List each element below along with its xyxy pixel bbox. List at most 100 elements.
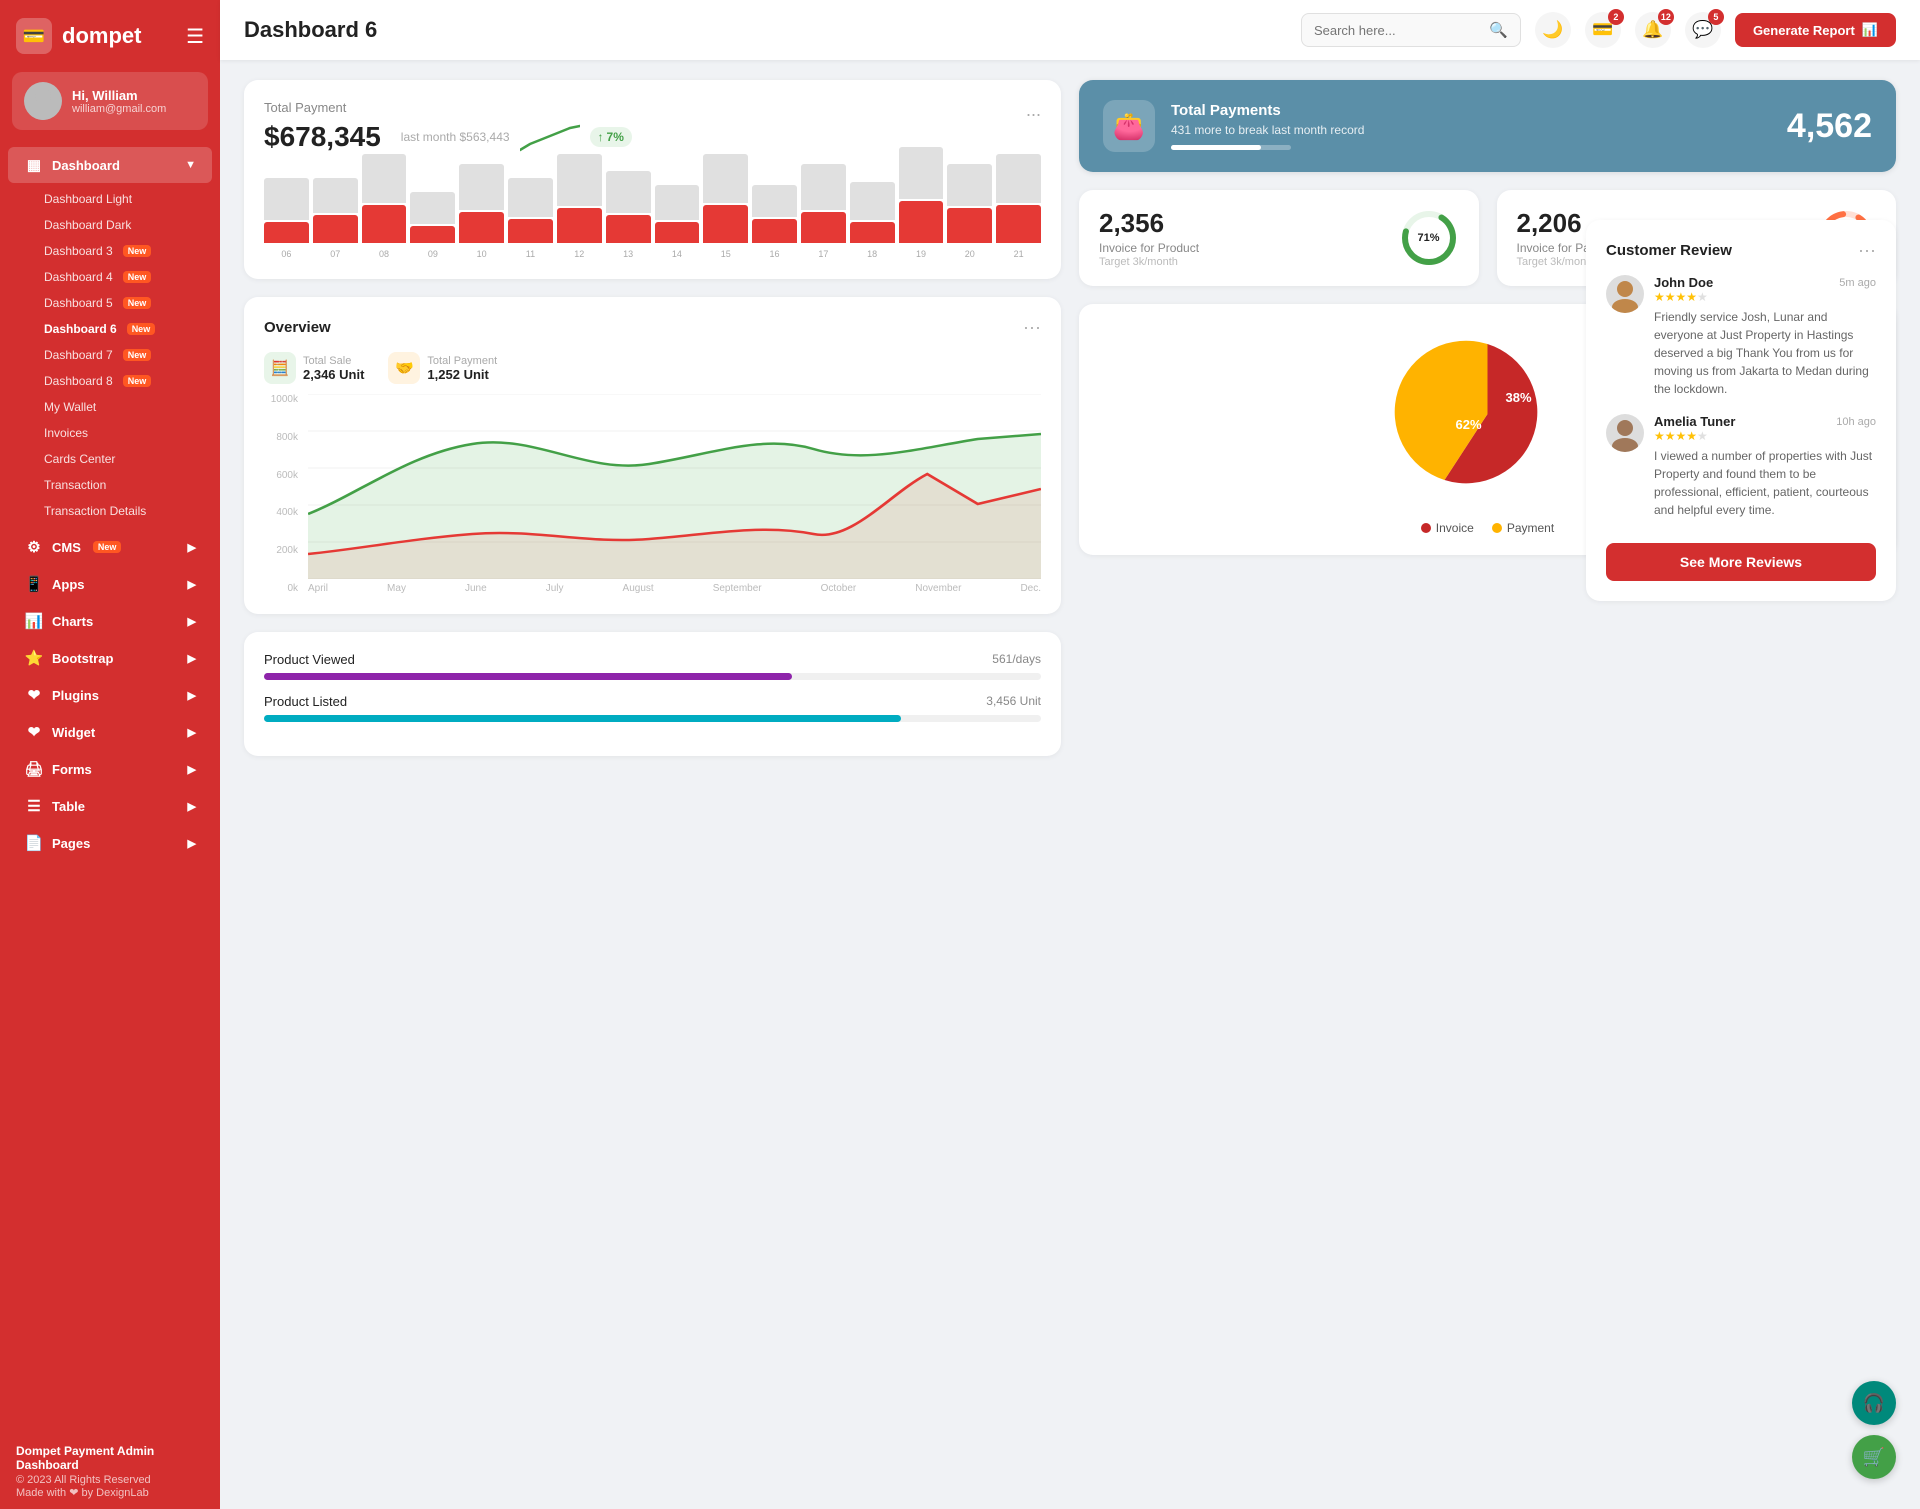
cart-button[interactable]: 🛒 <box>1852 1435 1896 1479</box>
overview-more-btn[interactable]: ··· <box>1023 317 1041 338</box>
nav-plugins-label: Plugins <box>52 688 99 703</box>
sidebar-item-dashboard-8[interactable]: Dashboard 8 New <box>0 368 220 394</box>
legend-total-payment: 🤝 Total Payment 1,252 Unit <box>388 352 497 384</box>
total-payment-label2: Total Payment <box>427 355 497 367</box>
user-card: Hi, William william@gmail.com <box>12 72 208 130</box>
total-payment-more-btn[interactable]: ... <box>1026 100 1041 121</box>
hamburger-icon[interactable]: ☰ <box>186 24 204 49</box>
bar-label: 10 <box>477 249 487 259</box>
total-payments-blue-card: 👛 Total Payments 431 more to break last … <box>1079 80 1896 172</box>
sidebar-item-dashboard-6[interactable]: Dashboard 6 New <box>0 316 220 342</box>
product-viewed-label: Product Viewed <box>264 652 355 667</box>
sidebar-footer: Dompet Payment Admin Dashboard © 2023 Al… <box>0 1430 220 1509</box>
reviewer-2-name: Amelia Tuner <box>1654 414 1735 429</box>
sidebar-item-my-wallet[interactable]: My Wallet <box>0 394 220 420</box>
sidebar: 💳 dompet ☰ Hi, William william@gmail.com… <box>0 0 220 1509</box>
reviewer-2-text: I viewed a number of properties with Jus… <box>1654 447 1876 519</box>
product-listed-stat: Product Listed 3,456 Unit <box>264 694 1041 722</box>
nav-table[interactable]: ☰ Table ▶ <box>8 788 212 824</box>
bar-gray <box>801 164 846 210</box>
reviewer-2-stars: ★★★★★ <box>1654 429 1876 443</box>
total-payment-value2: 1,252 Unit <box>427 367 497 382</box>
area-chart-wrap: 1000k800k600k400k200k0k <box>264 394 1041 594</box>
bell-icon-btn[interactable]: 🔔 12 <box>1635 12 1671 48</box>
sidebar-item-dashboard-4[interactable]: Dashboard 4 New <box>0 264 220 290</box>
bar-gray <box>459 164 504 210</box>
wallet-blue-icon: 👛 <box>1103 100 1155 152</box>
wallet-icon-btn[interactable]: 💳 2 <box>1585 12 1621 48</box>
bar-group: 12 <box>557 154 602 260</box>
chevron-right-icon8: ▶ <box>188 800 196 813</box>
chat-icon-btn[interactable]: 💬 5 <box>1685 12 1721 48</box>
headset-button[interactable]: 🎧 <box>1852 1381 1896 1425</box>
bar-label: 16 <box>770 249 780 259</box>
product-viewed-fill <box>264 673 792 680</box>
overview-title: Overview <box>264 319 331 336</box>
sidebar-item-transaction-details[interactable]: Transaction Details <box>0 498 220 524</box>
sidebar-item-dashboard-dark[interactable]: Dashboard Dark <box>0 212 220 238</box>
chevron-right-icon2: ▶ <box>188 578 196 591</box>
bar-red <box>508 219 553 244</box>
reviewer-1-time: 5m ago <box>1839 277 1876 289</box>
page-title: Dashboard 6 <box>244 17 1287 43</box>
reviews-more-btn[interactable]: ··· <box>1858 240 1876 261</box>
search-input[interactable] <box>1314 23 1481 38</box>
nav-widget[interactable]: ❤ Widget ▶ <box>8 714 212 750</box>
sidebar-item-dashboard-5[interactable]: Dashboard 5 New <box>0 290 220 316</box>
sidebar-item-cards-center[interactable]: Cards Center <box>0 446 220 472</box>
user-email: william@gmail.com <box>72 103 166 115</box>
nav-pages[interactable]: 📄 Pages ▶ <box>8 825 212 861</box>
nav-cms[interactable]: ⚙ CMS New ▶ <box>8 529 212 565</box>
chat-badge: 5 <box>1708 9 1724 25</box>
reviewer-1-avatar <box>1606 275 1644 313</box>
sidebar-item-invoices[interactable]: Invoices <box>0 420 220 446</box>
legend-total-sale: 🧮 Total Sale 2,346 Unit <box>264 352 364 384</box>
product-listed-value: 3,456 Unit <box>986 694 1041 709</box>
footer-copy: © 2023 All Rights Reserved <box>16 1474 204 1486</box>
bar-red <box>703 205 748 244</box>
total-payment-amount: $678,345 <box>264 121 381 153</box>
logo-text: dompet <box>62 23 141 49</box>
nav-apps[interactable]: 📱 Apps ▶ <box>8 566 212 602</box>
nav-bootstrap-label: Bootstrap <box>52 651 113 666</box>
blue-progress-bar <box>1171 145 1291 150</box>
see-more-reviews-button[interactable]: See More Reviews <box>1606 543 1876 581</box>
review-item-2: Amelia Tuner 10h ago ★★★★★ I viewed a nu… <box>1606 414 1876 519</box>
bar-gray <box>313 178 358 213</box>
generate-report-button[interactable]: Generate Report 📊 <box>1735 13 1896 47</box>
bootstrap-icon: ⭐ <box>24 649 44 667</box>
bar-group: 19 <box>899 147 944 260</box>
pie-invoice-label: Invoice <box>1436 521 1474 535</box>
product-viewed-progress <box>264 673 1041 680</box>
nav-dashboard-toggle[interactable]: ▦ Dashboard ▼ <box>8 147 212 183</box>
invoice-product-pct: 71% <box>1417 232 1439 244</box>
reviewer-1-text: Friendly service Josh, Lunar and everyon… <box>1654 308 1876 398</box>
bar-group: 08 <box>362 154 407 260</box>
blue-card-title: Total Payments <box>1171 102 1771 119</box>
bar-label: 12 <box>574 249 584 259</box>
bar-red <box>606 215 651 243</box>
total-payment-bar-chart: 06 07 08 09 10 11 12 13 14 15 <box>264 169 1041 259</box>
chevron-right-icon4: ▶ <box>188 652 196 665</box>
bar-gray <box>703 154 748 203</box>
bar-group: 14 <box>655 185 700 259</box>
nav-table-label: Table <box>52 799 85 814</box>
chevron-right-icon7: ▶ <box>188 763 196 776</box>
sidebar-item-dashboard-7[interactable]: Dashboard 7 New <box>0 342 220 368</box>
bar-label: 09 <box>428 249 438 259</box>
sidebar-item-transaction[interactable]: Transaction <box>0 472 220 498</box>
nav-plugins[interactable]: ❤ Plugins ▶ <box>8 677 212 713</box>
chevron-right-icon3: ▶ <box>188 615 196 628</box>
chevron-down-icon: ▼ <box>185 159 196 171</box>
sidebar-item-dashboard-light[interactable]: Dashboard Light <box>0 186 220 212</box>
overview-card: Overview ··· 🧮 Total Sale 2,346 Unit 🤝 T… <box>244 297 1061 614</box>
nav-cms-label: CMS <box>52 540 81 555</box>
moon-toggle[interactable]: 🌙 <box>1535 12 1571 48</box>
total-payment-title: Total Payment <box>264 100 632 115</box>
nav-forms[interactable]: 🖨 Forms ▶ <box>8 751 212 787</box>
plugins-icon: ❤ <box>24 686 44 704</box>
nav-widget-label: Widget <box>52 725 95 740</box>
nav-bootstrap[interactable]: ⭐ Bootstrap ▶ <box>8 640 212 676</box>
nav-charts[interactable]: 📊 Charts ▶ <box>8 603 212 639</box>
sidebar-item-dashboard-3[interactable]: Dashboard 3 New <box>0 238 220 264</box>
